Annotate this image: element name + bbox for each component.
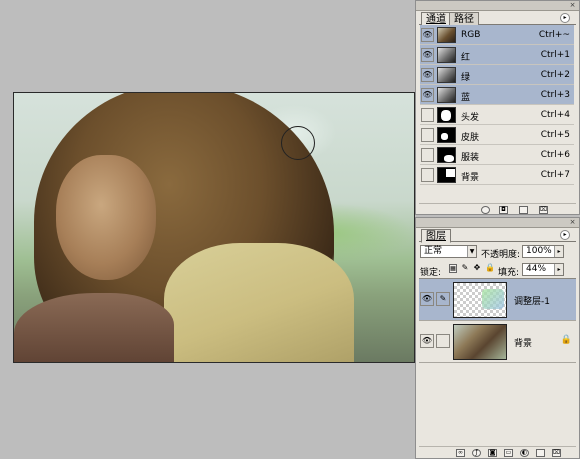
- channel-name: 蓝: [461, 93, 471, 103]
- channel-thumbnail: [437, 147, 456, 163]
- layer-thumbnail: [453, 324, 507, 360]
- layer-name: 调整层-1: [514, 297, 550, 307]
- channel-name: RGB: [461, 30, 481, 40]
- document-canvas[interactable]: [13, 92, 415, 363]
- eye-icon[interactable]: 👁: [420, 292, 434, 306]
- face: [56, 155, 156, 280]
- layer-name: 背景: [514, 339, 533, 349]
- new-layer-icon[interactable]: [536, 449, 545, 457]
- shirt: [164, 243, 354, 362]
- visibility-toggle[interactable]: [421, 168, 434, 182]
- lock-label: 锁定:: [420, 268, 442, 278]
- channels-tabbar: 通道 路径 ▸: [419, 11, 576, 26]
- layer-row-adjustment[interactable]: 👁 ✎ 调整层-1: [419, 279, 576, 321]
- channel-shortcut: Ctrl+2: [540, 70, 570, 80]
- layer-style-icon[interactable]: ƒ: [472, 449, 481, 457]
- new-channel-icon[interactable]: [519, 206, 528, 214]
- link-layers-icon[interactable]: ∞: [456, 449, 465, 457]
- channel-thumbnail: [437, 127, 456, 143]
- layers-tabbar: 图层 ▸: [419, 228, 576, 243]
- lock-position-icon[interactable]: ✥: [473, 264, 481, 273]
- visibility-toggle[interactable]: [421, 148, 434, 162]
- brush-cursor: [281, 126, 315, 160]
- lock-transparency-icon[interactable]: ▦: [449, 264, 457, 273]
- channel-shortcut: Ctrl+6: [540, 150, 570, 160]
- channel-shortcut: Ctrl+5: [540, 130, 570, 140]
- channel-thumbnail: [437, 67, 456, 83]
- layer-mask-icon[interactable]: ◙: [488, 449, 497, 457]
- channel-name: 皮肤: [461, 133, 480, 143]
- opacity-field[interactable]: 100% ▸: [522, 245, 564, 258]
- eye-icon[interactable]: 👁: [421, 28, 434, 42]
- fill-field[interactable]: 44% ▸: [522, 263, 564, 276]
- channel-row-blue[interactable]: 👁 蓝 Ctrl+3: [420, 85, 574, 105]
- lock-icon: 🔒: [560, 335, 572, 345]
- channel-row-hair[interactable]: 头发 Ctrl+4: [420, 105, 574, 125]
- fill-label: 填充:: [498, 268, 520, 278]
- trash-icon[interactable]: ⌧: [539, 206, 548, 214]
- tab-paths[interactable]: 路径: [449, 12, 479, 25]
- chevron-right-icon: ▸: [554, 264, 563, 275]
- channel-name: 头发: [461, 113, 480, 123]
- visibility-toggle[interactable]: [421, 128, 434, 142]
- eye-icon[interactable]: 👁: [420, 334, 434, 348]
- channel-shortcut: Ctrl+~: [538, 30, 570, 40]
- lock-image-icon[interactable]: ✎: [461, 264, 469, 273]
- arm: [14, 293, 174, 362]
- blend-mode-value: 正常: [424, 246, 443, 256]
- channel-row-red[interactable]: 👁 红 Ctrl+1: [420, 45, 574, 65]
- channels-panel: × 通道 路径 ▸ 👁 RGB Ctrl+~ 👁 红 Ctrl+1 👁 绿 Ct…: [415, 0, 580, 215]
- close-icon[interactable]: ×: [568, 2, 577, 10]
- channel-shortcut: Ctrl+4: [540, 110, 570, 120]
- channel-row-clothing[interactable]: 服装 Ctrl+6: [420, 145, 574, 165]
- opacity-label: 不透明度:: [481, 250, 521, 260]
- load-selection-icon[interactable]: [481, 206, 490, 214]
- tab-channels[interactable]: 通道: [421, 12, 451, 26]
- fill-value: 44%: [526, 264, 547, 274]
- eye-icon[interactable]: 👁: [421, 68, 434, 82]
- channel-shortcut: Ctrl+3: [540, 90, 570, 100]
- channel-thumbnail: [437, 47, 456, 63]
- channel-row-rgb[interactable]: 👁 RGB Ctrl+~: [420, 25, 574, 45]
- channel-name: 绿: [461, 73, 471, 83]
- chevron-down-icon: ▼: [467, 246, 476, 257]
- channel-row-skin[interactable]: 皮肤 Ctrl+5: [420, 125, 574, 145]
- channel-name: 背景: [461, 173, 480, 183]
- chevron-right-icon: ▸: [554, 246, 563, 257]
- channel-thumbnail: [437, 27, 456, 43]
- layers-bottom-toolbar: ∞ ƒ ◙ ▭ ◐ ⌧: [419, 446, 576, 458]
- eye-icon[interactable]: 👁: [421, 88, 434, 102]
- channel-row-background[interactable]: 背景 Ctrl+7: [420, 165, 574, 185]
- save-selection-icon[interactable]: ◘: [499, 206, 508, 214]
- layer-row-background[interactable]: 👁 背景 🔒: [419, 321, 576, 363]
- channels-bottom-toolbar: ◘ ⌧: [419, 203, 576, 215]
- channel-name: 红: [461, 53, 471, 63]
- opacity-value: 100%: [526, 246, 552, 256]
- channels-panel-titlebar[interactable]: ×: [416, 1, 579, 11]
- layers-panel-titlebar[interactable]: ×: [416, 218, 579, 228]
- channel-shortcut: Ctrl+1: [540, 50, 570, 60]
- adjustment-layer-icon[interactable]: ◐: [520, 449, 529, 457]
- channel-name: 服装: [461, 153, 480, 163]
- channel-thumbnail: [437, 167, 456, 183]
- trash-icon[interactable]: ⌧: [552, 449, 561, 457]
- lock-all-icon[interactable]: 🔒: [485, 264, 495, 273]
- panel-menu-icon[interactable]: ▸: [560, 230, 570, 240]
- new-group-icon[interactable]: ▭: [504, 449, 513, 457]
- visibility-toggle[interactable]: [421, 108, 434, 122]
- panel-menu-icon[interactable]: ▸: [560, 13, 570, 23]
- layer-thumbnail: [453, 282, 507, 318]
- eye-icon[interactable]: 👁: [421, 48, 434, 62]
- close-icon[interactable]: ×: [568, 219, 577, 227]
- channel-shortcut: Ctrl+7: [540, 170, 570, 180]
- channel-row-green[interactable]: 👁 绿 Ctrl+2: [420, 65, 574, 85]
- link-toggle[interactable]: [436, 334, 450, 348]
- channel-thumbnail: [437, 107, 456, 123]
- channel-thumbnail: [437, 87, 456, 103]
- layers-panel: × 图层 ▸ 正常 ▼ 不透明度: 100% ▸ 锁定: ▦ ✎ ✥ 🔒 填充:…: [415, 217, 580, 459]
- tab-layers[interactable]: 图层: [421, 229, 451, 243]
- blend-mode-select[interactable]: 正常 ▼: [420, 245, 477, 258]
- brush-icon[interactable]: ✎: [436, 292, 450, 306]
